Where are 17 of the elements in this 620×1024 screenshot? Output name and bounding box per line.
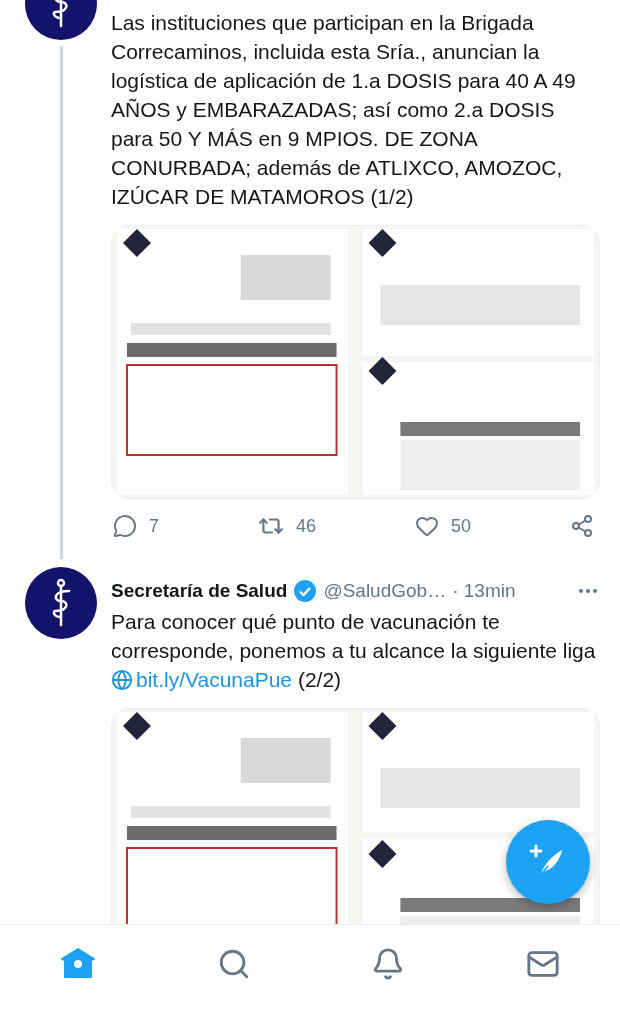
share-icon bbox=[570, 514, 594, 538]
retweet-button[interactable]: 46 bbox=[258, 513, 316, 539]
tweet-text: Las instituciones que participan en la Brigada Correcaminos, incluida esta Sría., anuncian la logística de aplicación de 1.a DOSIS para 40 A 49 AÑOS y EMBARAZADAS; así como 2.a DOSIS para 50 Y MÁS en 9 MPIOS. DE ZONA CONURBADA; además de ATLIXCO, AMOZOC, IZÚCAR DE MATAMOROS (1/2) bbox=[111, 10, 577, 210]
heart-icon bbox=[415, 514, 439, 538]
globe-icon bbox=[111, 669, 133, 691]
home-icon bbox=[60, 947, 97, 979]
reply-button[interactable]: 7 bbox=[113, 513, 159, 539]
link[interactable]: bit.ly/VacunaPue bbox=[136, 668, 293, 691]
avatar-icon[interactable] bbox=[25, 567, 97, 639]
reply-icon bbox=[113, 514, 137, 538]
tweet-text: Para conocer qué punto de vacunación te corresponde, ponemos a tu alcance la siguiente liga bit.ly/VacunaPue (2/2) bbox=[111, 609, 597, 693]
like-button[interactable]: 50 bbox=[415, 513, 471, 539]
home-tab[interactable] bbox=[60, 947, 97, 979]
tweet-time: · 13min bbox=[452, 580, 516, 602]
author-name[interactable]: Secretaría de Salud bbox=[111, 580, 288, 602]
author-handle[interactable]: @SaludGob… bbox=[323, 580, 447, 602]
share-button[interactable] bbox=[570, 513, 594, 539]
